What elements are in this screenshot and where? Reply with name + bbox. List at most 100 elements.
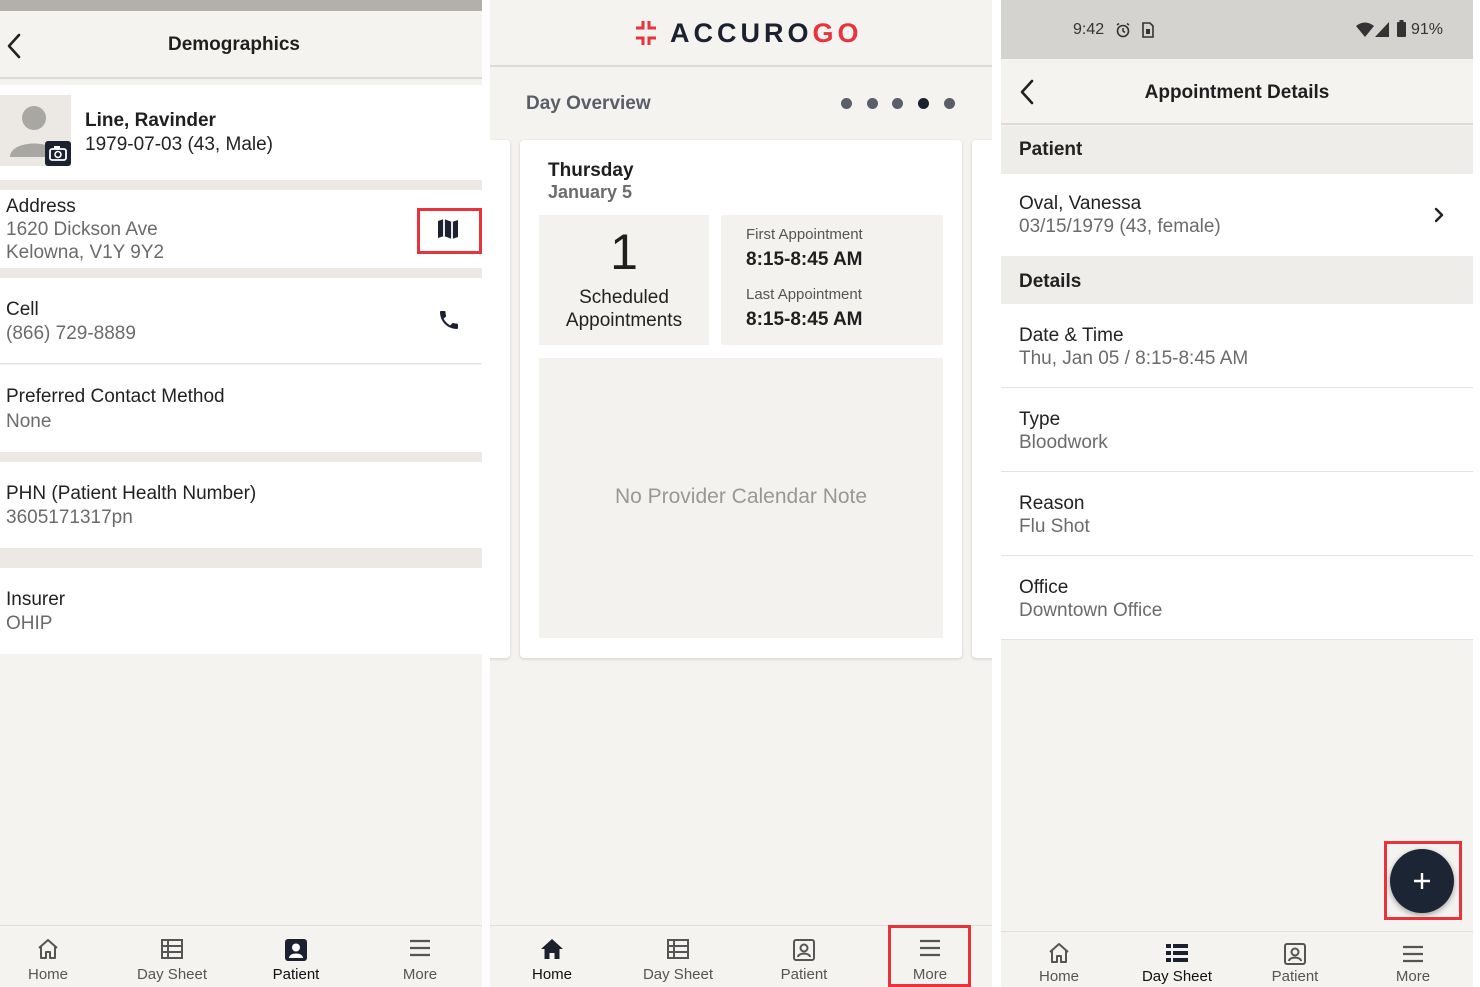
sim-icon [1142, 22, 1154, 38]
patient-name: Line, Ravinder [85, 110, 216, 131]
nav-home-label: Home [1038, 968, 1079, 985]
nav-home[interactable]: Home [1009, 932, 1109, 987]
office-value: Downtown Office [1019, 600, 1163, 621]
cell-label: Cell [6, 299, 39, 320]
nav-day-sheet-label: Day Sheet [1141, 968, 1213, 985]
office-row: Office Downtown Office [1001, 556, 1473, 640]
nav-home-label: Home [27, 966, 68, 983]
calendar-note-box[interactable]: No Provider Calendar Note [539, 358, 943, 638]
nav-day-sheet[interactable]: Day Sheet [628, 926, 728, 987]
type-value: Bloodwork [1019, 432, 1108, 453]
address-row: Address 1620 Dickson Ave Kelowna, V1Y 9Y… [0, 190, 482, 268]
scheduled-label-2: Appointments [565, 310, 683, 331]
bottom-nav: Home Day Sheet Patient More [0, 925, 482, 987]
patient-row[interactable]: Oval, Vanessa 03/15/1979 (43, female) [1001, 174, 1473, 256]
day-overview-card[interactable]: Thursday January 5 1 Scheduled Appointme… [520, 140, 962, 658]
nav-patient[interactable]: Patient [754, 926, 854, 987]
appointment-times-box: First Appointment 8:15-8:45 AM Last Appo… [721, 215, 943, 345]
list-icon [666, 938, 690, 960]
insurer-value: OHIP [6, 613, 53, 634]
date: January 5 [548, 182, 633, 202]
cell-row: Cell (866) 729-8889 [0, 278, 482, 364]
previous-card-edge[interactable] [490, 140, 510, 658]
reason-label: Reason [1019, 493, 1085, 514]
first-appointment-label: First Appointment [746, 226, 863, 243]
page-dot[interactable] [944, 98, 955, 109]
logo-accuro: ACCURO [670, 18, 813, 48]
page-dot[interactable] [892, 98, 903, 109]
address-label: Address [6, 196, 76, 217]
patient-section-header: Patient [1001, 126, 1473, 174]
scheduled-count: 1 [610, 224, 638, 280]
insurer-row: Insurer OHIP [0, 568, 482, 654]
patient-summary: Line, Ravinder 1979-07-03 (43, Male) [0, 85, 482, 180]
app-header: ACCUROGO [490, 0, 992, 67]
nav-home[interactable]: Home [0, 926, 96, 987]
page-dot[interactable] [867, 98, 878, 109]
reason-value: Flu Shot [1019, 516, 1090, 537]
battery-icon [1397, 20, 1406, 37]
patient-icon [284, 938, 308, 962]
wifi-icon [1356, 22, 1374, 37]
address-line1: 1620 Dickson Ave [6, 219, 158, 240]
patient-dob: 1979-07-03 (43, Male) [85, 134, 273, 155]
page-dot-active[interactable] [918, 98, 929, 109]
nav-more[interactable]: More [370, 926, 470, 987]
nav-day-sheet[interactable]: Day Sheet [1127, 932, 1227, 987]
add-button-highlight [1384, 841, 1462, 920]
nav-more-label: More [402, 966, 438, 983]
nav-day-sheet[interactable]: Day Sheet [122, 926, 222, 987]
nav-patient-label: Patient [272, 966, 320, 983]
home-icon [36, 938, 60, 960]
nav-more[interactable]: More [1363, 932, 1463, 987]
alarm-icon [1115, 22, 1131, 38]
datetime-row: Date & Time Thu, Jan 05 / 8:15-8:45 AM [1001, 304, 1473, 388]
nav-patient-label: Patient [780, 966, 828, 983]
more-nav-highlight [888, 925, 971, 987]
reason-row: Reason Flu Shot [1001, 472, 1473, 556]
nav-home-label: Home [531, 966, 572, 983]
phone-icon[interactable] [437, 308, 461, 332]
day-name: Thursday [548, 160, 634, 181]
type-row: Type Bloodwork [1001, 388, 1473, 472]
demographics-screen: Demographics Line, Ravinder 1979-07-03 (… [0, 0, 482, 987]
patient-icon [1283, 942, 1307, 966]
preferred-contact-label: Preferred Contact Method [6, 386, 225, 407]
menu-icon [1401, 944, 1425, 964]
divider [0, 548, 482, 568]
patient-dob: 03/15/1979 (43, female) [1019, 216, 1221, 237]
datetime-label: Date & Time [1019, 325, 1124, 346]
nav-more-label: More [1395, 968, 1431, 985]
scheduled-appointments-box[interactable]: 1 Scheduled Appointments [539, 215, 709, 345]
logo-wordmark: ACCUROGO [670, 18, 863, 49]
avatar[interactable] [0, 95, 71, 166]
list-icon [1165, 942, 1189, 964]
last-appointment-label: Last Appointment [746, 286, 862, 303]
demographics-header: Demographics [0, 11, 482, 79]
divider [0, 180, 482, 190]
nav-day-sheet-label: Day Sheet [642, 966, 714, 983]
logo-mark-icon [633, 20, 659, 46]
phn-row: PHN (Patient Health Number) 3605171317pn [0, 462, 482, 548]
home-screen: ACCUROGO Day Overview Thursday January 5… [490, 0, 992, 987]
nav-patient[interactable]: Patient [1245, 932, 1345, 987]
nav-patient[interactable]: Patient [246, 926, 346, 987]
nav-home[interactable]: Home [502, 926, 602, 987]
home-icon [540, 938, 564, 960]
details-section-header: Details [1001, 256, 1473, 304]
preferred-contact-value: None [6, 411, 52, 432]
day-overview-label: Day Overview [526, 93, 651, 114]
status-bar: 9:42 91% [1001, 0, 1473, 59]
menu-icon [408, 938, 432, 958]
calendar-note: No Provider Calendar Note [614, 485, 868, 508]
insurer-label: Insurer [6, 589, 66, 610]
battery-percent: 91% [1411, 21, 1444, 38]
cell-value: (866) 729-8889 [6, 323, 136, 344]
patient-section-title: Patient [1019, 139, 1083, 160]
camera-icon[interactable] [45, 141, 71, 166]
last-appointment-time: 8:15-8:45 AM [746, 309, 863, 330]
next-card-edge[interactable] [972, 140, 992, 658]
chevron-right-icon [1434, 207, 1444, 223]
page-dot[interactable] [841, 98, 852, 109]
preferred-contact-row: Preferred Contact Method None [0, 365, 482, 452]
